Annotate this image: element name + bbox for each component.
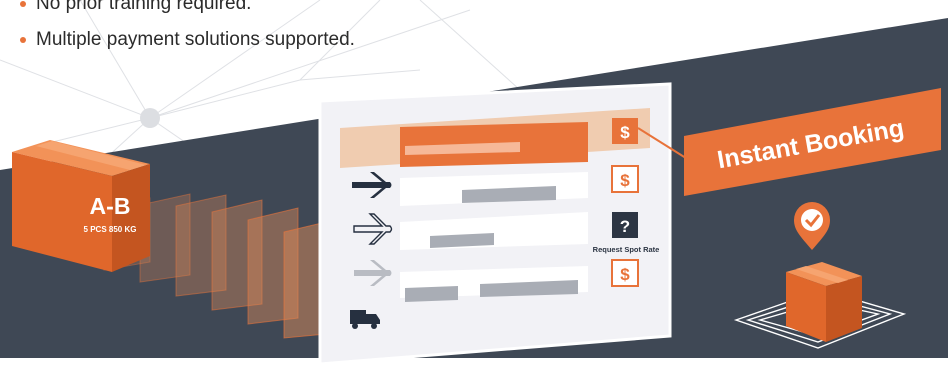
shipment-details: 5 PCS 850 KG [84,225,137,234]
result-row-4-field-a [405,286,458,302]
route-label: A-B [90,193,131,219]
feature-text: Multiple payment solutions supported. [36,29,355,50]
dollar-icon: $ [620,123,630,142]
feature-list: No prior training required. Multiple pay… [18,0,355,58]
feature-text: No prior training required. [36,0,252,14]
price-badge-1[interactable]: $ [612,118,638,144]
dollar-icon: $ [620,171,630,190]
instant-booking-illustration: A-B 5 PCS 850 KG $ $ ? Request Spot Rate… [0,0,948,378]
bottom-strip [0,358,948,378]
price-badge-4[interactable]: $ [611,259,639,287]
dollar-icon: $ [620,265,630,284]
request-spot-rate-label: Request Spot Rate [593,245,660,254]
feature-item-payments: Multiple payment solutions supported. [18,22,355,58]
price-badge-2[interactable]: $ [611,165,639,193]
bullet-icon [20,37,26,43]
bullet-icon [20,1,26,7]
feature-item-training: No prior training required. [18,0,355,22]
network-node [140,108,160,128]
delivered-box [786,262,862,342]
question-icon: ? [620,217,630,236]
